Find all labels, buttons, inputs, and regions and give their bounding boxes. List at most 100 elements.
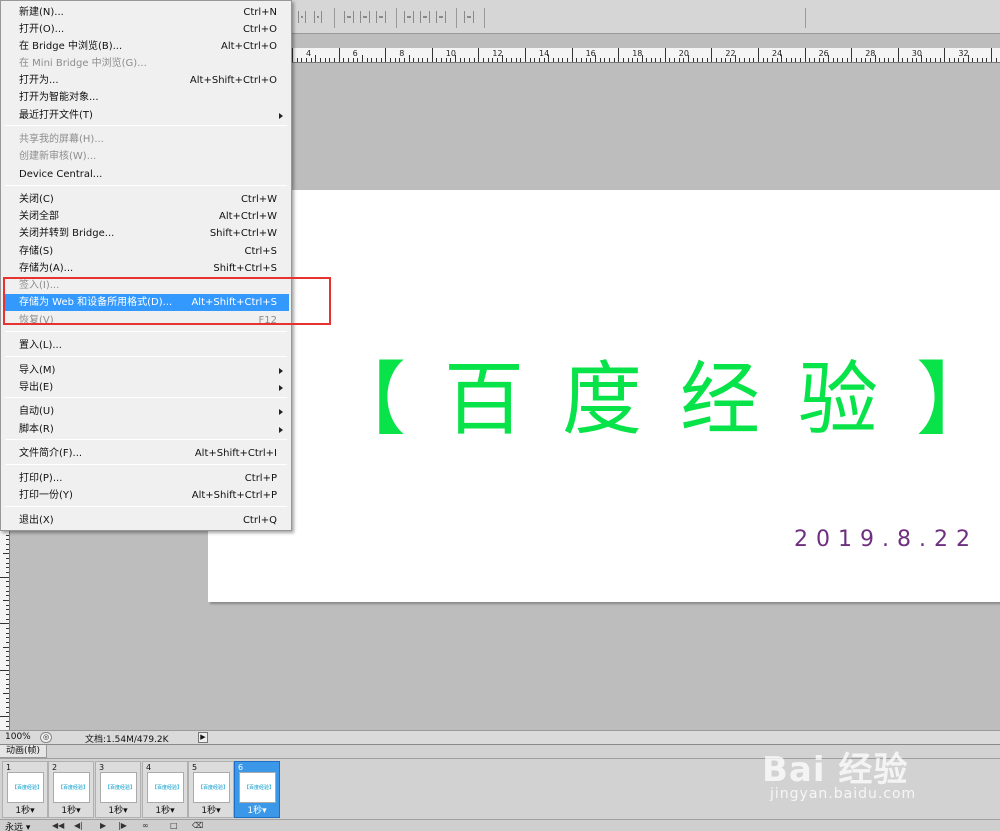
prev-frame-icon[interactable]: ◀|: [74, 821, 83, 830]
menu-item[interactable]: 共享我的屏幕(H)...: [3, 131, 289, 148]
ruler-tick: [478, 48, 480, 62]
frame-delay[interactable]: 1秒▾: [49, 803, 93, 816]
menu-item[interactable]: 置入(L)...: [3, 337, 289, 354]
menu-item[interactable]: 关闭并转到 Bridge... Shift+Ctrl+W: [3, 225, 289, 242]
menu-item[interactable]: 打开为智能对象...: [3, 89, 289, 106]
tab-animation[interactable]: 动画(帧): [0, 745, 48, 758]
ruler-tick: [329, 58, 331, 62]
animation-frame[interactable]: 1 【百度经验】 1秒▾: [2, 761, 48, 818]
menu-item[interactable]: 存储为(A)... Shift+Ctrl+S: [3, 260, 289, 277]
ruler-tick: [818, 58, 820, 62]
menu-item[interactable]: 签入(I)...: [3, 277, 289, 294]
menu-item-shortcut: Ctrl+W: [240, 194, 277, 205]
menu-item-shortcut: Alt+Shift+Ctrl+I: [194, 448, 277, 459]
frame-thumbnail: 【百度经验】: [239, 772, 276, 803]
animation-frame[interactable]: 6 【百度经验】 1秒▾: [234, 761, 280, 818]
delete-frame-icon[interactable]: ⌫: [192, 821, 203, 830]
menu-item[interactable]: 关闭全部 Alt+Ctrl+W: [3, 208, 289, 225]
menu-item[interactable]: 恢复(V) F12: [3, 312, 289, 329]
ruler-tick: [352, 58, 354, 62]
distribute-icon[interactable]: [436, 11, 446, 23]
menu-item[interactable]: 打印(P)... Ctrl+P: [3, 470, 289, 487]
frame-delay[interactable]: 1秒▾: [143, 803, 187, 816]
ruler-tick: [725, 58, 727, 62]
ruler-tick: [6, 721, 9, 723]
distribute-icon[interactable]: [360, 11, 370, 23]
menu-item[interactable]: 关闭(C) Ctrl+W: [3, 191, 289, 208]
ruler-tick: [6, 548, 9, 550]
menu-item-shortcut: Shift+Ctrl+W: [209, 228, 277, 239]
menu-item[interactable]: 在 Bridge 中浏览(B)... Alt+Ctrl+O: [3, 38, 289, 55]
ruler-tick: [403, 58, 405, 62]
auto-align-icon[interactable]: [464, 11, 474, 23]
ruler-tick: [785, 58, 787, 62]
menu-item-label: 置入(L)...: [19, 340, 62, 351]
animation-frame[interactable]: 4 【百度经验】 1秒▾: [142, 761, 188, 818]
menu-item-label: 打印一份(Y): [19, 490, 73, 501]
ruler-tick: [809, 58, 811, 62]
menu-item[interactable]: 打印一份(Y) Alt+Shift+Ctrl+P: [3, 487, 289, 504]
ruler-tick: [417, 58, 419, 62]
tween-icon[interactable]: ∞: [142, 821, 149, 830]
next-frame-icon[interactable]: |▶: [118, 821, 127, 830]
menu-item[interactable]: 在 Mini Bridge 中浏览(G)...: [3, 55, 289, 72]
status-menu-arrow-icon[interactable]: ▶: [198, 732, 208, 743]
menu-item-shortcut: F12: [258, 315, 277, 326]
ruler-tick: [692, 58, 694, 62]
menu-item[interactable]: 新建(N)... Ctrl+N: [3, 4, 289, 21]
distribute-icon[interactable]: [404, 11, 414, 23]
menu-item[interactable]: 导入(M): [3, 362, 289, 379]
ruler-tick: [799, 58, 801, 62]
menu-item[interactable]: 存储为 Web 和设备所用格式(D)... Alt+Shift+Ctrl+S: [3, 294, 289, 311]
align-icon[interactable]: [314, 11, 322, 23]
ruler-tick: [767, 58, 769, 62]
document-canvas[interactable]: 【百度经验】 2019.8.22: [208, 190, 1000, 602]
animation-frame[interactable]: 5 【百度经验】 1秒▾: [188, 761, 234, 818]
animation-frame[interactable]: 2 【百度经验】 1秒▾: [48, 761, 94, 818]
menu-item[interactable]: 退出(X) Ctrl+Q: [3, 512, 289, 529]
menu-item[interactable]: 导出(E): [3, 379, 289, 396]
menu-item[interactable]: 文件简介(F)... Alt+Shift+Ctrl+I: [3, 445, 289, 462]
frame-delay[interactable]: 1秒▾: [3, 803, 47, 816]
frame-delay[interactable]: 1秒▾: [189, 803, 233, 816]
zoom-level[interactable]: 100%: [5, 732, 31, 742]
ruler-tick: [366, 58, 368, 62]
menu-item[interactable]: 自动(U): [3, 403, 289, 420]
frame-thumbnail-text: 【百度经验】: [244, 785, 275, 791]
animation-frame[interactable]: 3 【百度经验】 1秒▾: [95, 761, 141, 818]
frame-delay[interactable]: 1秒▾: [235, 803, 279, 816]
distribute-icon[interactable]: [420, 11, 430, 23]
menu-item-label: 自动(U): [19, 406, 55, 417]
menu-item[interactable]: Device Central...: [3, 166, 289, 183]
menu-item[interactable]: 创建新审核(W)...: [3, 148, 289, 165]
distribute-icon[interactable]: [344, 11, 354, 23]
zoom-preview-icon[interactable]: ◎: [40, 732, 52, 743]
ruler-tick: [851, 48, 853, 62]
ruler-tick: [324, 58, 326, 62]
animation-controls: 永远 ▾ ◀◀ ◀| ▶ |▶ ∞ □ ⌫: [0, 819, 1000, 831]
distribute-icon[interactable]: [376, 11, 386, 23]
frame-thumbnail: 【百度经验】: [53, 772, 90, 803]
menu-item[interactable]: 脚本(R): [3, 421, 289, 438]
menu-item[interactable]: 打开为... Alt+Shift+Ctrl+O: [3, 72, 289, 89]
loop-select-value: 永远: [5, 823, 24, 831]
menu-item[interactable]: 存储(S) Ctrl+S: [3, 243, 289, 260]
ruler-tick: [552, 58, 554, 62]
align-icon[interactable]: [298, 11, 306, 23]
play-icon[interactable]: ▶: [100, 821, 106, 830]
menu-item[interactable]: 打开(O)... Ctrl+O: [3, 21, 289, 38]
ruler-tick: [6, 613, 9, 615]
ruler-tick: [408, 55, 410, 62]
ruler-tick: [6, 683, 9, 685]
duplicate-frame-icon[interactable]: □: [170, 821, 178, 830]
loop-select[interactable]: 永远 ▾: [5, 820, 30, 831]
ruler-tick: [0, 716, 9, 718]
menu-item-label: 在 Mini Bridge 中浏览(G)...: [19, 58, 147, 69]
first-frame-icon[interactable]: ◀◀: [52, 821, 64, 830]
ruler-tick: [6, 557, 9, 559]
ruler-tick: [315, 55, 317, 62]
ruler-tick: [580, 58, 582, 62]
menu-item[interactable]: 最近打开文件(T): [3, 107, 289, 124]
ruler-tick: [525, 48, 526, 62]
frame-delay[interactable]: 1秒▾: [96, 803, 140, 816]
